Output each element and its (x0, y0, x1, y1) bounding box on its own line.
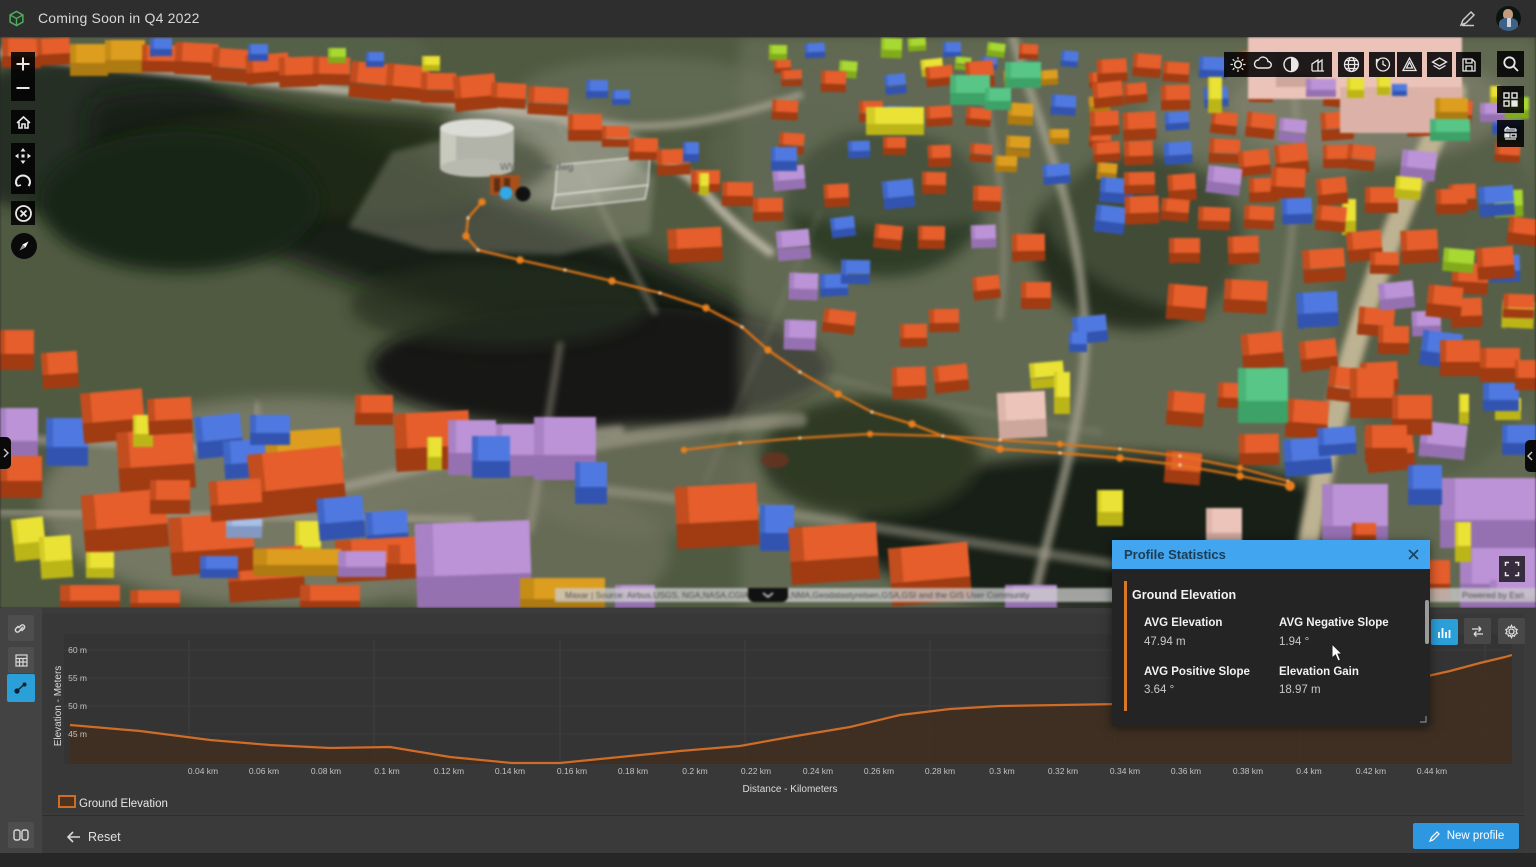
svg-text:55 m: 55 m (68, 673, 87, 683)
svg-text:0.1 km: 0.1 km (374, 766, 400, 776)
svg-text:Elevation - Meters: Elevation - Meters (53, 666, 64, 747)
svg-text:0.42 km: 0.42 km (1356, 766, 1386, 776)
svg-text:0.22 km: 0.22 km (741, 766, 771, 776)
svg-text:0.12 km: 0.12 km (434, 766, 464, 776)
svg-text:Ground Elevation: Ground Elevation (79, 798, 168, 810)
svg-text:0.14 km: 0.14 km (495, 766, 525, 776)
svg-text:45 m: 45 m (68, 729, 87, 739)
svg-text:Distance - Kilometers: Distance - Kilometers (742, 784, 837, 795)
svg-text:0.18 km: 0.18 km (618, 766, 648, 776)
svg-text:0.3 km: 0.3 km (989, 766, 1015, 776)
svg-text:0.44 km: 0.44 km (1417, 766, 1447, 776)
svg-text:0.32 km: 0.32 km (1048, 766, 1078, 776)
svg-text:0.24 km: 0.24 km (803, 766, 833, 776)
svg-text:Powered by Esri: Powered by Esri (1462, 590, 1524, 600)
svg-text:0.26 km: 0.26 km (864, 766, 894, 776)
svg-text:0.38 km: 0.38 km (1233, 766, 1263, 776)
svg-text:0.06 km: 0.06 km (249, 766, 279, 776)
svg-text:60 m: 60 m (68, 645, 87, 655)
svg-text:50 m: 50 m (68, 701, 87, 711)
svg-text:Maxar | Source: Airbus,USGS, N: Maxar | Source: Airbus,USGS, NGA,NASA,CG… (565, 590, 1030, 600)
svg-text:0.16 km: 0.16 km (557, 766, 587, 776)
svg-text:0.08 km: 0.08 km (311, 766, 341, 776)
svg-text:0.4 km: 0.4 km (1296, 766, 1322, 776)
svg-text:0.04 km: 0.04 km (188, 766, 218, 776)
svg-text:0.36 km: 0.36 km (1171, 766, 1201, 776)
svg-text:0.34 km: 0.34 km (1110, 766, 1140, 776)
svg-text:WWTP-Site.dwg: WWTP-Site.dwg (500, 162, 573, 173)
svg-text:0.2 km: 0.2 km (682, 766, 708, 776)
svg-text:0.28 km: 0.28 km (925, 766, 955, 776)
